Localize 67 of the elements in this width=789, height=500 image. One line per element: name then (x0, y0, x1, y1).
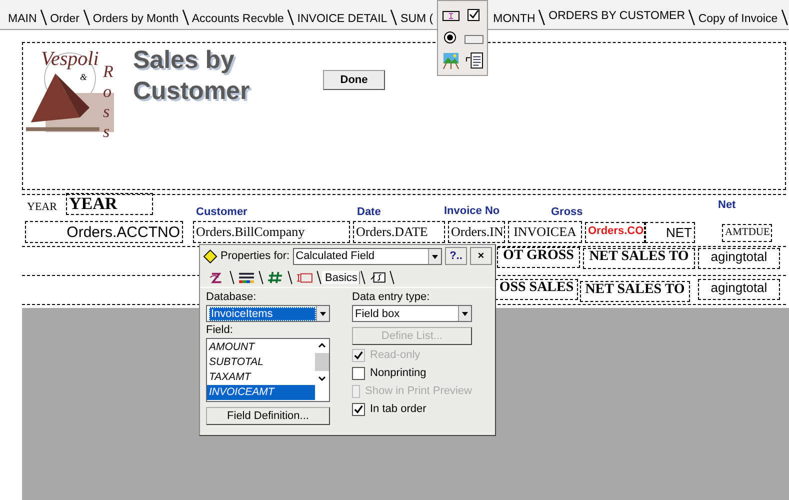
layout-tab[interactable]: INVOICE DETAIL (295, 13, 390, 29)
tab-separator-icon (360, 270, 366, 284)
tab-separator-icon (182, 8, 189, 26)
report-field: Orders.CO (585, 222, 645, 243)
summary-field: NET SALES TO (580, 281, 690, 302)
entry-type-label: Data entry type: (352, 291, 431, 303)
database-dropdown[interactable]: InvoiceItems (206, 305, 330, 322)
report-field: Orders.ACCTNO (25, 221, 183, 243)
layout-tab[interactable]: Accounts Recvble (190, 13, 286, 29)
report-field: NET (645, 222, 695, 243)
report-field: Orders.IN (448, 221, 505, 243)
database-label: Database: (206, 291, 258, 303)
layout-tab[interactable]: Order (48, 13, 82, 29)
option-checkbox[interactable]: In tab order (352, 401, 472, 417)
scrollbar-thumb[interactable] (315, 353, 329, 371)
tab-separator-icon (40, 8, 48, 26)
tab-separator-icon (316, 270, 322, 284)
tab-separator-icon (287, 270, 293, 284)
year-label: YEAR (27, 201, 57, 213)
layout-tab[interactable]: Orders by Month (90, 13, 181, 29)
option-checkbox[interactable]: Nonprinting (352, 365, 472, 381)
report-title: Sales by Customer (133, 45, 250, 107)
field-list-item[interactable]: AMOUNT (207, 340, 315, 355)
tab-separator-icon (688, 8, 696, 26)
help-button[interactable]: ?.. (445, 247, 467, 265)
year-field: YEAR (66, 193, 153, 215)
field-label: Field: (206, 324, 234, 336)
summary-field: OT GROSS (497, 247, 580, 268)
properties-tab[interactable]: Basics (322, 270, 360, 284)
done-button[interactable]: Done (323, 70, 385, 90)
column-header: Gross (551, 206, 583, 218)
tab-separator-icon (258, 270, 264, 284)
tab-separator-icon (286, 8, 294, 26)
tab-separator-icon (538, 8, 546, 26)
picture-tool-icon[interactable] (441, 52, 462, 70)
column-header: Date (357, 206, 381, 218)
object-dropdown[interactable]: Calculated Field (292, 248, 442, 264)
field-list-item[interactable]: INVOICEAMT (207, 385, 315, 400)
column-header: Customer (196, 206, 248, 218)
checkmark-icon (353, 350, 364, 360)
tab-separator-icon (82, 8, 90, 26)
report-field: Orders.DATE (353, 221, 445, 243)
field-list-item[interactable]: TAXAMT (207, 370, 315, 385)
report-field: Orders.BillCompany (193, 221, 350, 243)
layout-tab[interactable]: Copy of Invoice (696, 13, 780, 29)
tab-separator-icon (390, 8, 398, 26)
field-list-item[interactable]: SUBTOTAL (207, 355, 315, 370)
column-header: Invoice No (444, 205, 500, 217)
report-field: INVOICEA (508, 221, 582, 243)
report-field: AMTDUE (722, 224, 772, 242)
summary-field: agingtotal (698, 279, 780, 300)
properties-label: Properties for: (220, 250, 290, 262)
column-header: Net (718, 199, 736, 211)
entry-type-dropdown[interactable]: Field box (352, 305, 472, 322)
tab-separator-icon (389, 270, 396, 284)
field-definition-button[interactable]: Field Definition... (206, 407, 330, 425)
layout-tab[interactable]: SUM ( MONTH (398, 13, 538, 29)
list-tool-icon[interactable] (464, 52, 484, 70)
layout-tab[interactable]: ORDERS BY CUSTOMER (546, 10, 687, 29)
diamond-icon (203, 248, 218, 264)
checkmark-icon (353, 404, 364, 414)
close-button[interactable]: × (470, 247, 492, 265)
tab-separator-icon (780, 8, 788, 26)
summary-field: NET SALES TO (583, 248, 695, 269)
tab-separator-icon (229, 270, 235, 284)
layout-tab[interactable]: MAIN (6, 13, 39, 29)
summary-field: agingtotal (698, 248, 780, 269)
